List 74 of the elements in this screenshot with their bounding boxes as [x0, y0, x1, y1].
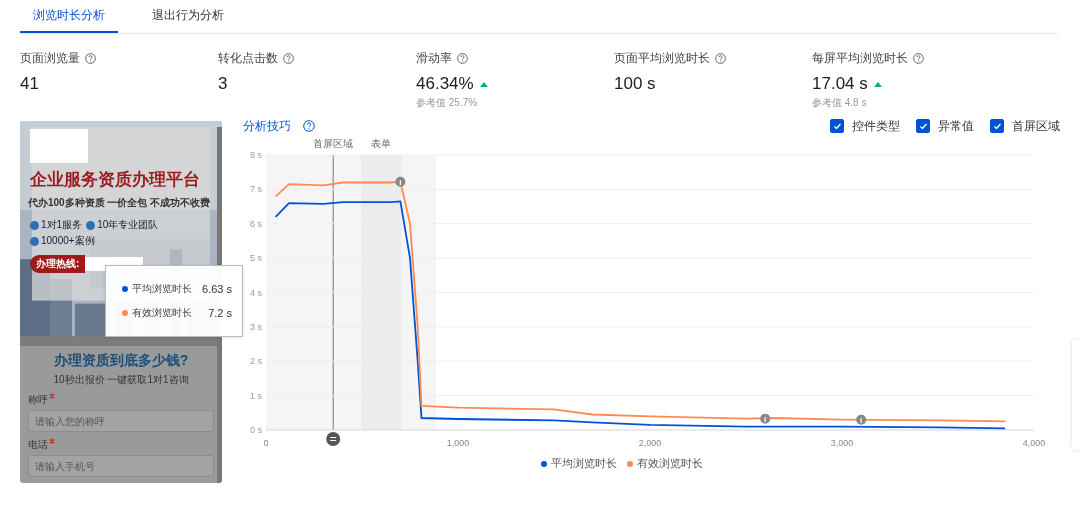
metric-value: 100 s — [614, 74, 656, 94]
metric-value: 41 — [20, 74, 39, 94]
form-title: 办理资质到底多少钱? — [52, 352, 190, 370]
annotation: i — [764, 414, 767, 424]
drag-handle[interactable] — [326, 432, 341, 446]
checkbox-label[interactable]: 首屏区域 — [1012, 117, 1060, 135]
help-icon[interactable] — [283, 53, 294, 64]
metric-value: 17.04 s — [812, 74, 868, 94]
check-icon — [918, 121, 928, 131]
help-icon[interactable] — [85, 53, 96, 64]
tab[interactable]: 退出行为分析 — [139, 0, 237, 33]
checkbox-label[interactable]: 控件类型 — [852, 117, 900, 135]
preview-subtitle: 代办100多种资质 一价全包 不成功不收费 — [28, 196, 210, 210]
help-icon[interactable] — [913, 53, 924, 64]
legend-dot — [626, 460, 633, 467]
checkbox-label[interactable]: 异常值 — [938, 117, 974, 135]
x-tick-label: 0 — [263, 438, 269, 448]
hotline-label: 办理热线: — [30, 255, 86, 273]
metric-label: 页面平均浏览时长 — [614, 50, 710, 67]
metric-label: 页面浏览量 — [20, 50, 80, 67]
check-icon — [832, 121, 842, 131]
badge-label: 10年专业团队 — [97, 218, 159, 232]
metric-label: 每屏平均浏览时长 — [812, 50, 908, 67]
preview-headline: 企业服务资质办理平台 — [30, 169, 201, 191]
field-label: 电话 — [28, 438, 48, 452]
help-icon[interactable] — [457, 53, 468, 64]
legend-label[interactable]: 平均浏览时长 — [550, 456, 617, 471]
series-value: 6.63 s — [202, 283, 232, 295]
y-tick-label: 0 s — [250, 425, 262, 435]
x-tick-label: 4,000 — [1022, 438, 1046, 448]
series-name: 平均浏览时长 — [132, 282, 192, 296]
metric-value: 3 — [218, 74, 228, 94]
checkbox[interactable] — [916, 119, 930, 133]
logo-placeholder — [30, 129, 88, 163]
x-tick-label: 1,000 — [446, 438, 470, 448]
x-tick-label: 2,000 — [638, 438, 662, 448]
check-icon — [992, 121, 1002, 131]
anomaly-marker[interactable]: i — [856, 414, 867, 425]
checkbox[interactable] — [990, 119, 1004, 133]
checkbox[interactable] — [830, 119, 844, 133]
metric-value: 46.34% — [416, 74, 474, 94]
fold-label: 首屏区域 — [313, 138, 354, 149]
reference-value: 参考值 4.8 s — [812, 96, 868, 110]
band-label: 表单 — [371, 138, 392, 149]
x-tick-label: 3,000 — [830, 438, 854, 448]
legend-label[interactable]: 有效浏览时长 — [636, 456, 703, 471]
badge-icon — [86, 220, 96, 230]
tips-link[interactable]: 分析技巧 — [243, 117, 291, 135]
input-field[interactable]: 请输入您的称呼 — [28, 410, 214, 432]
series-name: 有效浏览时长 — [132, 306, 192, 320]
y-tick-label: 2 s — [250, 356, 262, 367]
badge-label: 1对1服务 — [41, 218, 83, 232]
anomaly-marker[interactable]: i — [760, 413, 771, 424]
badge-label: 10000+案例 — [41, 234, 95, 248]
y-tick-label: 1 s — [250, 390, 262, 401]
annotation: i — [399, 177, 402, 187]
help-icon[interactable] — [303, 120, 315, 132]
y-tick-label: 6 s — [250, 218, 262, 229]
metric-label: 滑动率 — [416, 50, 452, 67]
tab[interactable]: 浏览时长分析 — [20, 0, 118, 33]
y-tick-label: 4 s — [250, 287, 262, 298]
metric-label: 转化点击数 — [218, 50, 278, 67]
y-tick-label: 8 s — [250, 150, 262, 160]
anomaly-marker[interactable]: i — [395, 176, 406, 187]
help-icon[interactable] — [715, 53, 726, 64]
y-tick-label: 7 s — [250, 184, 262, 195]
legend-dot — [540, 460, 547, 467]
field-label: 称呼 — [28, 393, 48, 407]
input-field[interactable]: 请输入手机号 — [28, 455, 214, 477]
y-tick-label: 3 s — [250, 321, 262, 332]
annotation: i — [860, 415, 863, 425]
y-tick-label: 5 s — [250, 253, 262, 264]
reference-value: 参考值 25.7% — [416, 96, 479, 110]
series-value: 7.2 s — [208, 307, 232, 319]
